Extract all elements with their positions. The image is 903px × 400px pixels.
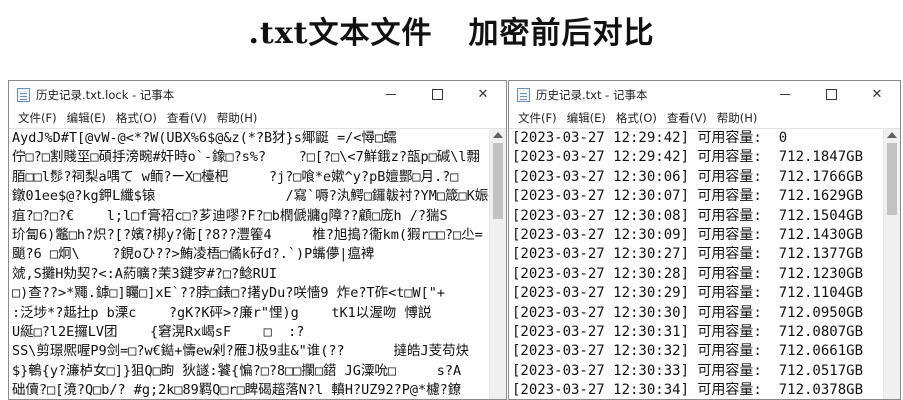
menu-format[interactable]: 格式(O) bbox=[111, 110, 162, 126]
page-title-part1: .txt文本文件 bbox=[248, 16, 433, 51]
text-editor-area[interactable]: AydJ%D#T[@vW-@<*?W(UBX%6$@&z(*?B犲}s鄊鼮 =/… bbox=[9, 129, 489, 399]
maximize-button[interactable] bbox=[808, 81, 854, 108]
vertical-scrollbar[interactable] bbox=[883, 129, 900, 399]
window-title: 历史记录.txt.lock - 记事本 bbox=[36, 87, 175, 102]
notepad-icon bbox=[17, 87, 30, 102]
page-title: .txt文本文件 加密前后对比 bbox=[0, 0, 903, 60]
minimize-icon bbox=[780, 94, 790, 95]
text-line: 虠,S攤H劮契?<:A葯曠?茉3鍵穸#?□?鲶RUI bbox=[12, 265, 278, 282]
scrollbar-thumb[interactable] bbox=[887, 143, 897, 215]
scroll-up-arrow-icon[interactable] bbox=[493, 132, 503, 138]
scrollbar-thumb[interactable] bbox=[493, 143, 503, 219]
text-line: AydJ%D#T[@vW-@<*?W(UBX%6$@&z(*?B犲}s鄊鼮 =/… bbox=[12, 130, 397, 146]
log-line: [2023-03-27 12:30:30] 可用容量: 712.0950GB bbox=[512, 304, 864, 321]
maximize-icon bbox=[431, 89, 443, 100]
menu-format[interactable]: 格式(O) bbox=[611, 110, 662, 126]
close-button[interactable]: ✕ bbox=[854, 81, 900, 108]
menu-bar: 文件(F) 编辑(E) 格式(O) 查看(V) 帮助(H) bbox=[509, 108, 900, 129]
maximize-icon bbox=[825, 89, 837, 100]
text-editor-area[interactable]: [2023-03-27 12:29:42] 可用容量: 0 [2023-03-2… bbox=[509, 129, 883, 399]
log-line: [2023-03-27 12:30:09] 可用容量: 712.1430GB bbox=[512, 227, 864, 244]
notepad-icon bbox=[517, 87, 530, 102]
menu-edit[interactable]: 编辑(E) bbox=[62, 110, 111, 126]
log-line: [2023-03-27 12:30:06] 可用容量: 712.1766GB bbox=[512, 168, 864, 185]
close-button[interactable]: ✕ bbox=[460, 81, 506, 108]
log-line: [2023-03-27 12:30:27] 可用容量: 712.1377GB bbox=[512, 246, 864, 263]
menu-view[interactable]: 查看(V) bbox=[162, 110, 212, 126]
text-line: 佇□?□割賤坙□碩抙滂畹#奸時o`-鐌□?s%? ?□[?□\<7鮮鋨z?瓿p□… bbox=[12, 149, 480, 166]
text-line: 疽?□?□?€ l;l□f膏祒c□?芗迪嘐?F?□b橍傂牅g障??顧□庞h /?… bbox=[12, 207, 448, 224]
notepad-window-original: 历史记录.txt - 记事本 ✕ 文件(F) 编辑(E) 格式(O) 查看(V)… bbox=[508, 80, 901, 400]
text-line: 颵?6 □炯\ ?鋧oひ??>鮪凌梧□僪k矷d?.`)P蟕儚|瘟裨 Q梾疊 bbox=[12, 246, 489, 263]
minimize-button[interactable] bbox=[762, 81, 808, 108]
scroll-up-arrow-icon[interactable] bbox=[887, 132, 897, 138]
menu-help[interactable]: 帮助(H) bbox=[212, 110, 263, 126]
minimize-icon bbox=[386, 94, 396, 95]
vertical-scrollbar[interactable] bbox=[489, 129, 506, 399]
menu-help[interactable]: 帮助(H) bbox=[712, 110, 763, 126]
text-line: 脜□□l髿?祠梨a喁て w鲕?ーX□檯杷 ?j?□喰*e嫰^y?pB嬗酆□月.?… bbox=[12, 168, 459, 185]
page-title-part2: 加密前后对比 bbox=[468, 16, 655, 51]
log-line: [2023-03-27 12:29:42] 可用容量: 0 bbox=[512, 130, 788, 146]
log-line: [2023-03-27 12:30:32] 可用容量: 712.0661GB bbox=[512, 343, 864, 360]
menu-edit[interactable]: 编辑(E) bbox=[562, 110, 611, 126]
text-line: :泛埗*?趆扗p b溧c ?gK?K砰>?廉r"悝)g tK1以渥吻 愽説 bbox=[12, 304, 432, 321]
text-line: 础儥?□[滰?Q□b/? #g;2k□89羁Q□r□睥碣趦落N?l 轒H?UZ9… bbox=[12, 382, 462, 399]
text-line: □)查??>*鼆.鏬□]矚□]xE`??脖□錶□?擆yDu?咲懎9 炸e?T砟<… bbox=[12, 285, 445, 302]
maximize-button[interactable] bbox=[414, 81, 460, 108]
menu-file[interactable]: 文件(F) bbox=[513, 110, 562, 126]
title-bar[interactable]: 历史记录.txt - 记事本 ✕ bbox=[509, 81, 900, 108]
log-line: [2023-03-27 12:30:08] 可用容量: 712.1504GB bbox=[512, 207, 864, 224]
menu-bar: 文件(F) 编辑(E) 格式(O) 查看(V) 帮助(H) bbox=[9, 108, 506, 129]
notepad-window-encrypted: 历史记录.txt.lock - 记事本 ✕ 文件(F) 编辑(E) 格式(O) … bbox=[8, 80, 507, 400]
text-line: SS\剪璟熈喔P9剑=□?w€鐑+懤ew剁?雁J极9韭&"谁(?? 撻皓J芰苟炔 bbox=[12, 343, 470, 360]
text-line: 鐓01ee$@?kg鉀L纖$锿 /寫`嗕?汍鰐□鑼韍衬?YM□箴□K娠<K, bbox=[12, 188, 489, 205]
window-title: 历史记录.txt - 记事本 bbox=[536, 87, 648, 102]
close-icon: ✕ bbox=[477, 87, 489, 102]
log-line: [2023-03-27 12:30:34] 可用容量: 712.0378GB bbox=[512, 382, 864, 399]
log-line: [2023-03-27 12:30:31] 可用容量: 712.0807GB bbox=[512, 324, 864, 341]
log-line: [2023-03-27 12:30:28] 可用容量: 712.1230GB bbox=[512, 265, 864, 282]
log-line: [2023-03-27 12:29:42] 可用容量: 712.1847GB bbox=[512, 149, 864, 166]
text-line: $}鵪{y?濂栌女□]}狙Q□眗 狄譢:饕{惼?□?8□□攔□鍣 JG潥吮□ s… bbox=[12, 362, 462, 379]
log-line: [2023-03-27 12:30:33] 可用容量: 712.0517GB bbox=[512, 362, 864, 379]
minimize-button[interactable] bbox=[368, 81, 414, 108]
log-line: [2023-03-27 12:30:07] 可用容量: 712.1629GB bbox=[512, 188, 864, 205]
text-line: 玠匐6)鼈□h?炽?[?嬪?梆y?衛[?8??灃篧4 椎?旭搗?衞km(猳r□□… bbox=[12, 227, 483, 244]
title-bar[interactable]: 历史记录.txt.lock - 记事本 ✕ bbox=[9, 81, 506, 108]
log-line: [2023-03-27 12:30:29] 可用容量: 712.1104GB bbox=[512, 285, 864, 302]
text-line: U綖□?l2E攞LV团 {窘滉Rx嵑sF □ :? bbox=[12, 324, 305, 341]
menu-view[interactable]: 查看(V) bbox=[662, 110, 712, 126]
close-icon: ✕ bbox=[871, 87, 883, 102]
menu-file[interactable]: 文件(F) bbox=[13, 110, 62, 126]
